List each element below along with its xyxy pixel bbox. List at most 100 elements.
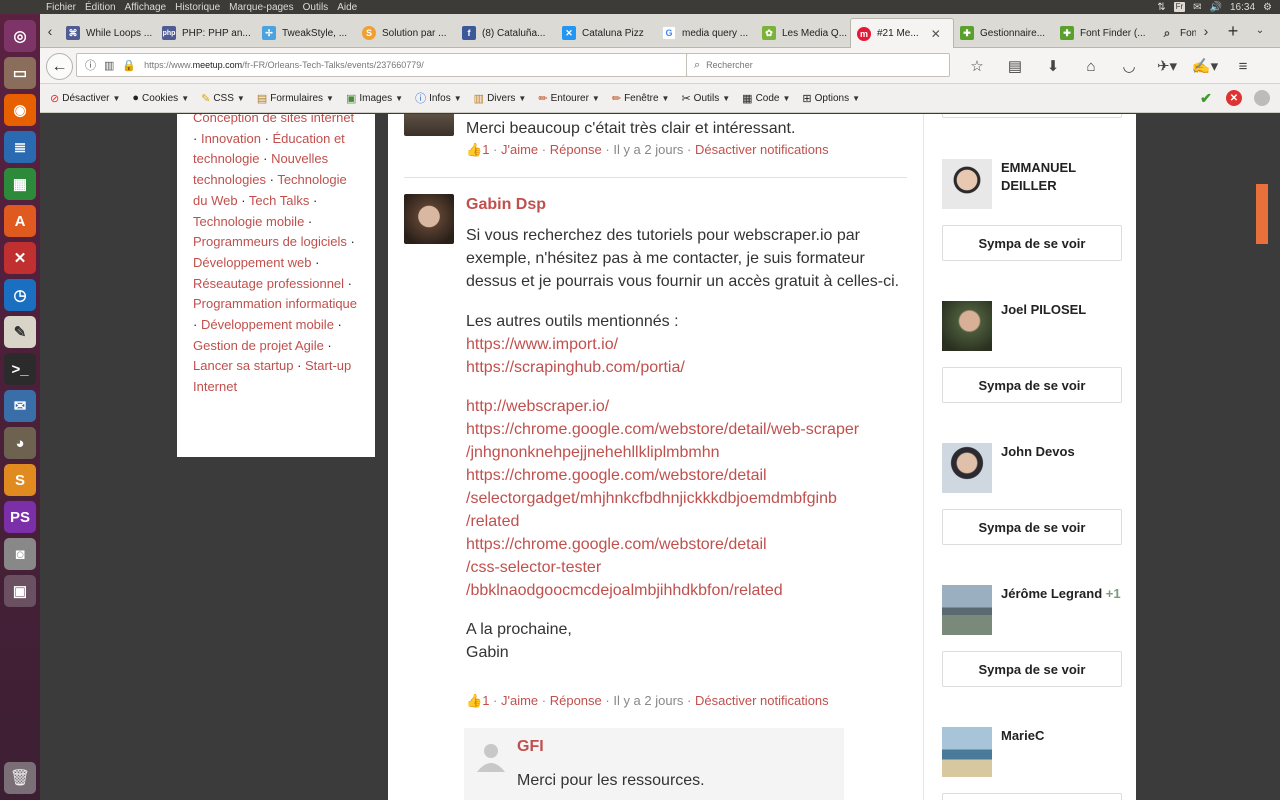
notifications-link[interactable]: Désactiver notifications — [695, 693, 829, 708]
tab-5[interactable]: f (8) Cataluña... — [456, 18, 556, 48]
reply-link[interactable]: Réponse — [550, 693, 602, 708]
firefox-icon[interactable]: ◉ — [4, 94, 36, 126]
tab-6[interactable]: ✕ Cataluna Pizz — [556, 18, 656, 48]
comment-author[interactable]: Gabin Dsp — [466, 193, 911, 216]
greet-button[interactable]: Sympa de se voir — [942, 651, 1122, 687]
timer-icon[interactable]: ◷ — [4, 279, 36, 311]
attendee-photo[interactable] — [942, 443, 992, 493]
hamburger-menu-icon[interactable]: ≡ — [1226, 54, 1260, 78]
attendee-name[interactable]: Joel PILOSEL — [1001, 301, 1121, 319]
topic-link[interactable]: Programmeurs de logiciels — [193, 234, 347, 249]
gimp-icon[interactable]: ◕ — [4, 427, 36, 459]
attendee-name[interactable]: MarieC — [1001, 727, 1121, 745]
new-tab-icon[interactable]: + — [1222, 20, 1244, 42]
addon-css[interactable]: ✎ CSS ▼ — [201, 92, 245, 105]
addon-forms[interactable]: ▤ Formulaires ▼ — [257, 92, 334, 105]
thunderbird-icon[interactable]: ✉ — [4, 390, 36, 422]
reply-link[interactable]: Réponse — [550, 142, 602, 157]
extension-menu-icon[interactable]: ✈▾ — [1150, 54, 1184, 78]
reply-author[interactable]: GFI — [517, 738, 544, 756]
addon-options[interactable]: ⊞ Options ▼ — [802, 92, 860, 105]
workspace-icon[interactable]: ▣ — [4, 575, 36, 607]
tab-11[interactable]: ✚ Font Finder (... — [1054, 18, 1154, 48]
menu-edition[interactable]: Édition — [85, 2, 116, 13]
attendee-name[interactable]: Jérôme Legrand +1 — [1001, 585, 1131, 603]
tab-2[interactable]: php PHP: PHP an... — [156, 18, 256, 48]
valid-check-icon[interactable]: ✔ — [1198, 90, 1214, 106]
attendee-photo[interactable] — [942, 727, 992, 777]
keyboard-layout[interactable]: Fr — [1173, 2, 1186, 12]
close-tab-icon[interactable]: ✕ — [931, 27, 941, 41]
topic-link[interactable]: Lancer sa startup — [193, 358, 293, 373]
topic-link[interactable]: Innovation — [201, 131, 261, 146]
scroll-tabs-right-icon[interactable]: › — [1198, 22, 1214, 40]
like-link[interactable]: J'aime — [501, 693, 538, 708]
error-icon[interactable]: ✕ — [1226, 90, 1242, 106]
reader-icon[interactable]: ▥ — [104, 59, 114, 72]
attendee-photo[interactable] — [942, 301, 992, 351]
like-link[interactable]: J'aime — [501, 142, 538, 157]
menu-aide[interactable]: Aide — [337, 2, 357, 13]
url-bar[interactable]: ⓘ ▥ 🔒 https://www.meetup.com/fr-FR/Orlea… — [76, 53, 726, 77]
writer-icon[interactable]: ≣ — [4, 131, 36, 163]
addon-infos[interactable]: ⓘ Infos ▼ — [415, 90, 462, 106]
scrollbar-thumb[interactable] — [1256, 184, 1268, 244]
topic-link[interactable]: Technologie mobile — [193, 214, 304, 229]
clock[interactable]: 16:34 — [1230, 2, 1255, 13]
topic-link[interactable]: Conception de sites internet — [193, 114, 354, 125]
sublime-icon[interactable]: S — [4, 464, 36, 496]
topic-link[interactable]: Développement web — [193, 255, 312, 270]
comment-link[interactable]: /selectorgadget/mhjhnkcfbdhnjickkkdbjoem… — [466, 487, 911, 510]
attendee-photo[interactable] — [942, 585, 992, 635]
tab-1[interactable]: ⌘ While Loops ... — [60, 18, 156, 48]
menu-outils[interactable]: Outils — [303, 2, 329, 13]
pocket-icon[interactable]: ◡ — [1112, 54, 1146, 78]
commenter-avatar[interactable] — [404, 114, 454, 136]
bookmarks-list-icon[interactable]: ▤ — [998, 54, 1032, 78]
tab-active-meetup[interactable]: m #21 Me... ✕ — [850, 18, 954, 48]
camera-icon[interactable]: ◙ — [4, 538, 36, 570]
like-thumb-icon[interactable]: 👍 — [466, 142, 482, 157]
settings-icon[interactable]: ✕ — [4, 242, 36, 274]
status-dot-icon[interactable] — [1254, 90, 1270, 106]
scroll-tabs-left-icon[interactable]: ‹ — [42, 22, 58, 40]
addon-cookies[interactable]: ● Cookies ▼ — [132, 92, 189, 104]
attendee-photo[interactable] — [942, 159, 992, 209]
addon-disable[interactable]: ⊘ Désactiver ▼ — [50, 92, 120, 105]
power-icon[interactable]: ⚙ — [1263, 2, 1272, 13]
greet-button[interactable] — [942, 793, 1122, 800]
terminal-icon[interactable]: >_ — [4, 353, 36, 385]
paint-extension-icon[interactable]: ✍▾ — [1188, 54, 1222, 78]
addon-misc[interactable]: ▥ Divers ▼ — [474, 92, 527, 105]
topic-link[interactable]: Développement mobile — [201, 317, 334, 332]
volume-icon[interactable]: 🔊 — [1210, 2, 1222, 13]
greet-button[interactable]: Sympa de se voir — [942, 225, 1122, 261]
info-icon[interactable]: ⓘ — [85, 57, 96, 73]
tab-10[interactable]: ✚ Gestionnaire... — [954, 18, 1054, 48]
menu-fichier[interactable]: Fichier — [46, 2, 76, 13]
tab-list-icon[interactable]: ⌄ — [1252, 22, 1268, 40]
topic-link[interactable]: Programmation informatique — [193, 296, 357, 311]
network-icon[interactable]: ⇅ — [1157, 2, 1165, 13]
tab-7[interactable]: Gmedia query ... — [656, 18, 756, 48]
comment-link[interactable]: /jnhgnonknehpejjnehehllkliplmbmhn — [466, 441, 911, 464]
menu-marque-pages[interactable]: Marque-pages — [229, 2, 293, 13]
home-icon[interactable]: ⌂ — [1074, 54, 1108, 78]
search-input[interactable] — [706, 60, 927, 70]
topic-link[interactable]: Réseautage professionnel — [193, 276, 344, 291]
lock-icon[interactable]: 🔒 — [122, 59, 136, 72]
addon-code[interactable]: ▦ Code ▼ — [742, 92, 790, 105]
comment-link[interactable]: /bbklnaodgoocmcdejoalmbjihhdkbfon/relate… — [466, 579, 911, 602]
download-icon[interactable]: ⬇ — [1036, 54, 1070, 78]
gabin-avatar[interactable] — [404, 194, 454, 244]
comment-link[interactable]: https://chrome.google.com/webstore/detai… — [466, 418, 911, 441]
url-text[interactable]: https://www.meetup.com/fr-FR/Orleans-Tec… — [144, 60, 424, 70]
attendee-name[interactable]: John Devos — [1001, 443, 1121, 461]
bookmark-star-icon[interactable]: ☆ — [960, 54, 994, 78]
search-bar[interactable]: ⌕ — [686, 53, 950, 77]
comment-link[interactable]: https://scrapinghub.com/portia/ — [466, 356, 911, 379]
comment-link[interactable]: https://chrome.google.com/webstore/detai… — [466, 464, 911, 487]
text-editor-icon[interactable]: ✎ — [4, 316, 36, 348]
mail-icon[interactable]: ✉ — [1193, 2, 1201, 13]
comment-link[interactable]: https://chrome.google.com/webstore/detai… — [466, 533, 911, 556]
